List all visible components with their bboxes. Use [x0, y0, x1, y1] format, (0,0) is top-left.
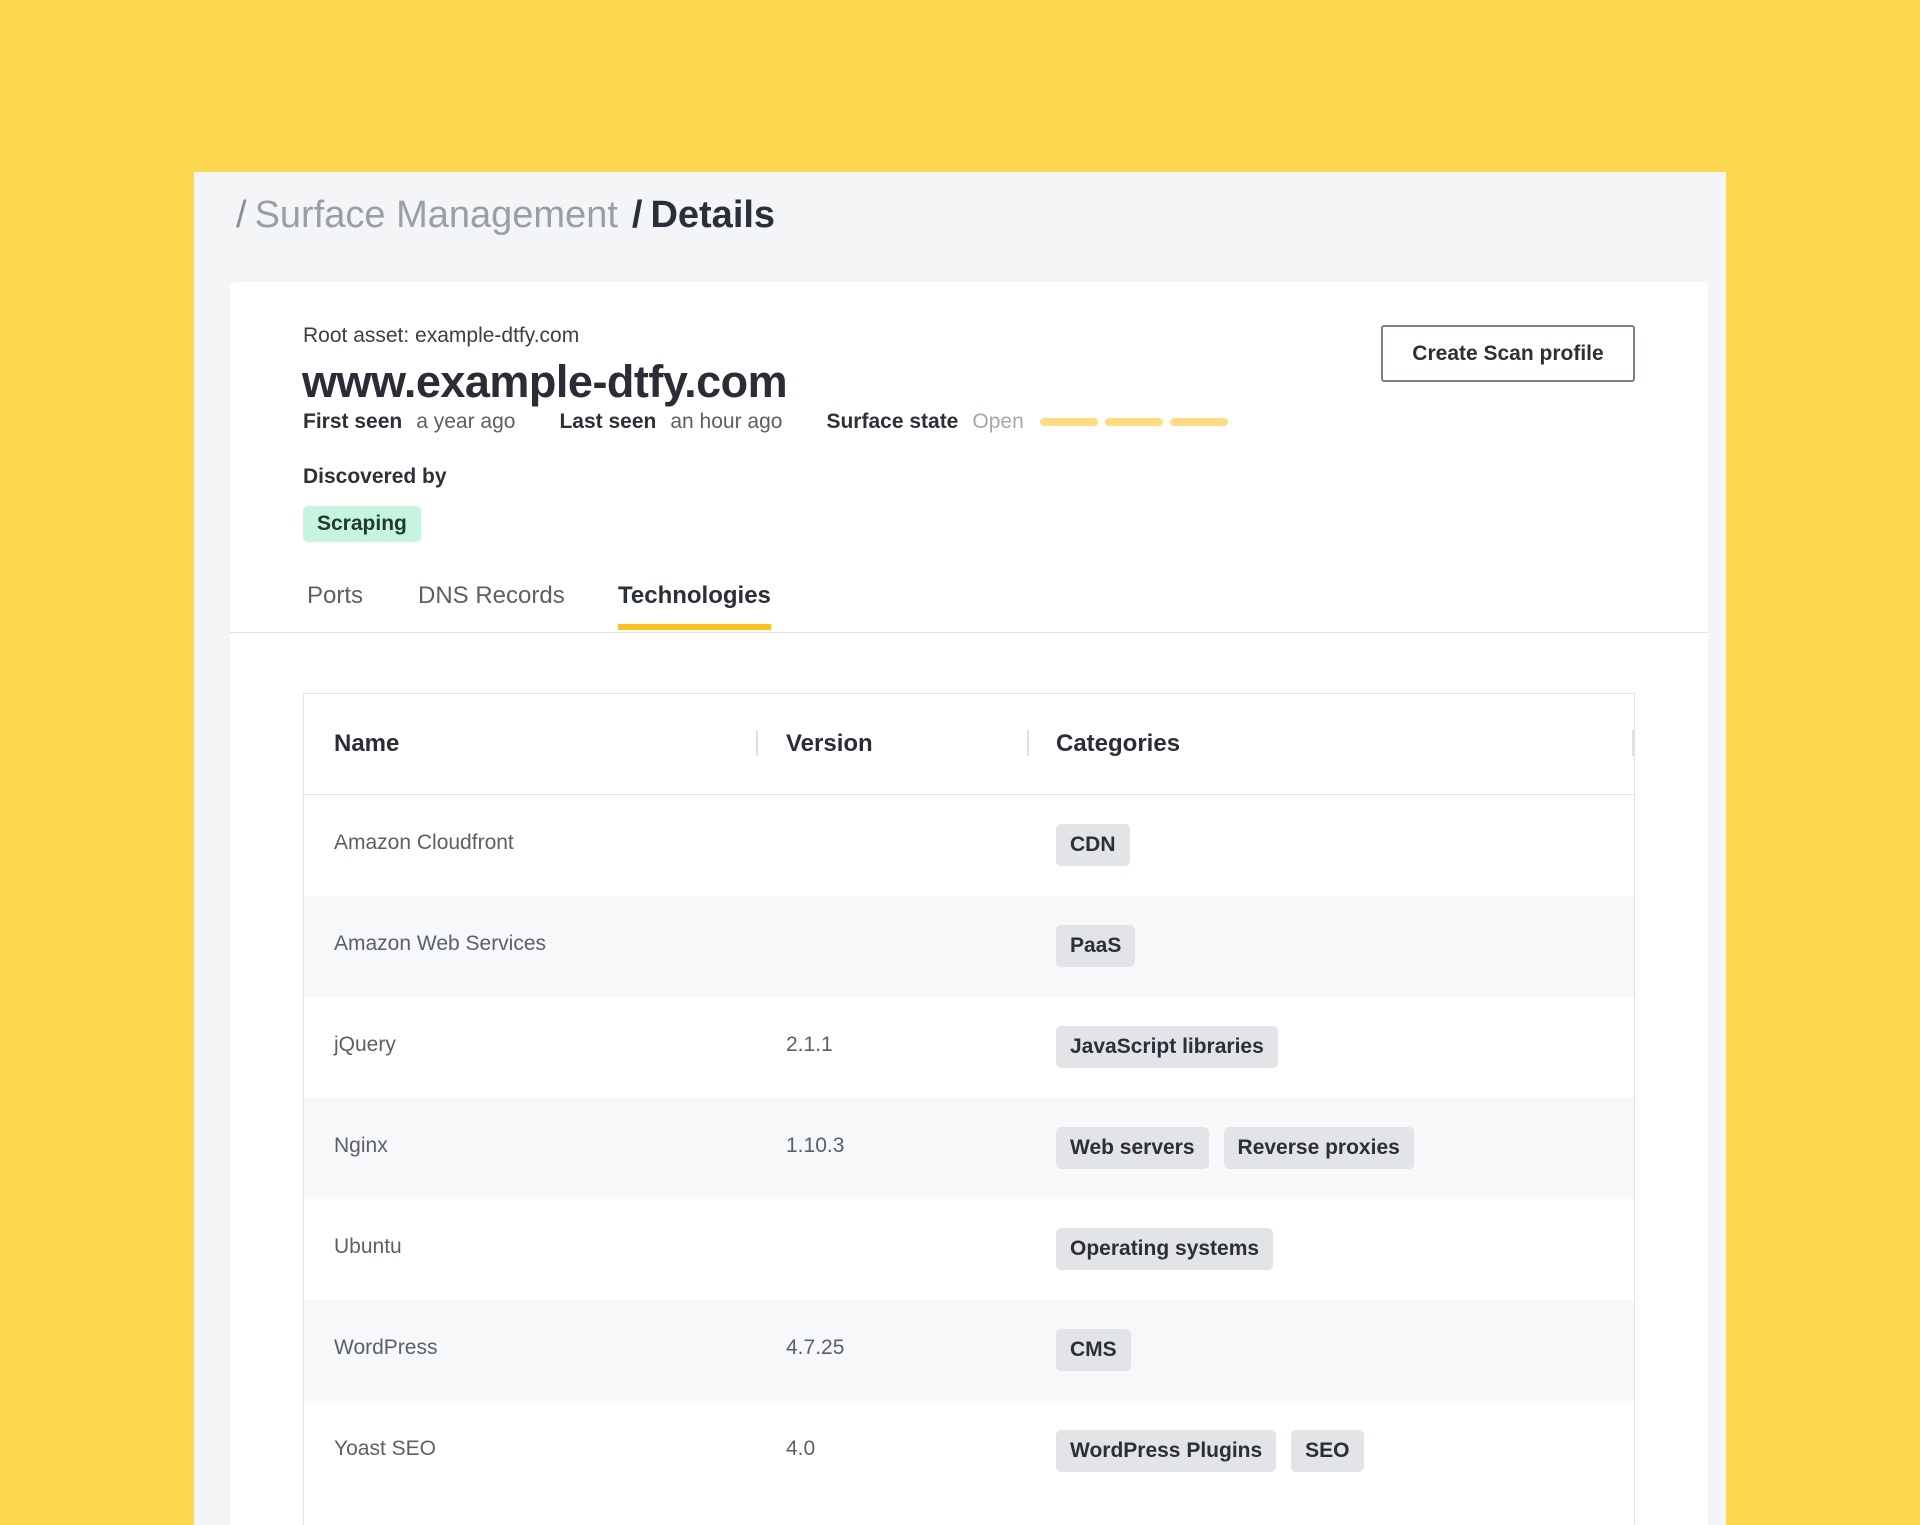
technology-categories: CDN	[1056, 824, 1130, 866]
table-row[interactable]: Amazon Web Services PaaS	[304, 896, 1634, 997]
surface-state-bar	[1169, 418, 1228, 426]
surface-state-value: Open	[972, 410, 1024, 433]
technology-categories: CMS	[1056, 1329, 1131, 1371]
table-body: Amazon Cloudfront CDN Amazon Web Services P…	[304, 795, 1634, 1502]
category-tag: SEO	[1291, 1430, 1364, 1472]
technology-name: WordPress	[334, 1336, 438, 1359]
category-tag: CMS	[1056, 1329, 1131, 1371]
last-seen-value: an hour ago	[670, 410, 783, 433]
asset-meta-row: First seen a year ago Last seen an hour …	[303, 410, 1228, 434]
technology-name: Amazon Cloudfront	[334, 831, 514, 854]
tab-ports[interactable]: Ports	[307, 582, 363, 624]
tab-dns-records[interactable]: DNS Records	[418, 582, 565, 624]
table-row[interactable]: Amazon Cloudfront CDN	[304, 795, 1634, 896]
table-row[interactable]: Yoast SEO 4.0 WordPress Plugins SEO	[304, 1401, 1634, 1502]
surface-state-label: Surface state	[826, 410, 959, 433]
table-row[interactable]: WordPress 4.7.25 CMS	[304, 1300, 1634, 1401]
category-tag: JavaScript libraries	[1056, 1026, 1278, 1068]
first-seen-value: a year ago	[416, 410, 516, 433]
discovered-by-badge: Scraping	[303, 506, 421, 542]
surface-state-bar	[1104, 418, 1163, 426]
technology-categories: WordPress Plugins SEO	[1056, 1430, 1364, 1472]
table-header: Name Version Categories	[304, 694, 1634, 795]
technology-categories: JavaScript libraries	[1056, 1026, 1278, 1068]
technology-name: Ubuntu	[334, 1235, 402, 1258]
breadcrumb: / Surface Management / Details	[236, 194, 775, 237]
asset-details-card: Root asset: example-dtfy.com www.example…	[230, 282, 1708, 1525]
discovered-by-label: Discovered by	[303, 465, 447, 488]
category-tag: CDN	[1056, 824, 1130, 866]
table-row[interactable]: jQuery 2.1.1 JavaScript libraries	[304, 997, 1634, 1098]
technology-name: Nginx	[334, 1134, 388, 1157]
tab-bar: Ports DNS Records Technologies	[230, 564, 1708, 633]
tab-technologies[interactable]: Technologies	[618, 582, 771, 630]
create-scan-profile-button[interactable]: Create Scan profile	[1381, 325, 1635, 382]
breadcrumb-current-page: Details	[650, 194, 776, 236]
surface-state-indicator	[1039, 418, 1228, 426]
technology-categories: Operating systems	[1056, 1228, 1274, 1270]
technology-name: Yoast SEO	[334, 1437, 436, 1460]
breadcrumb-separator: /	[236, 194, 247, 236]
category-tag: PaaS	[1056, 925, 1136, 967]
category-tag: Operating systems	[1056, 1228, 1274, 1270]
technology-version: 4.0	[786, 1437, 816, 1460]
column-resize-handle[interactable]	[756, 730, 758, 756]
column-resize-handle[interactable]	[1027, 730, 1029, 756]
table-row[interactable]: Ubuntu Operating systems	[304, 1199, 1634, 1300]
technology-version: 2.1.1	[786, 1033, 833, 1056]
breadcrumb-separator: /	[631, 194, 643, 236]
surface-state-bar	[1039, 418, 1098, 426]
table-row[interactable]: Nginx 1.10.3 Web servers Reverse proxies	[304, 1098, 1634, 1199]
technology-categories: PaaS	[1056, 925, 1136, 967]
category-tag: WordPress Plugins	[1056, 1430, 1277, 1472]
first-seen-label: First seen	[303, 410, 403, 433]
category-tag: Web servers	[1056, 1127, 1209, 1169]
column-header-name[interactable]: Name	[334, 730, 399, 758]
column-resize-handle[interactable]	[1632, 730, 1634, 756]
page-title: www.example-dtfy.com	[302, 356, 788, 407]
technology-version: 4.7.25	[786, 1336, 845, 1359]
category-tag: Reverse proxies	[1223, 1127, 1414, 1169]
technology-version: 1.10.3	[786, 1134, 845, 1157]
technology-categories: Web servers Reverse proxies	[1056, 1127, 1414, 1169]
breadcrumb-surface-management[interactable]: Surface Management	[255, 194, 618, 237]
technology-name: jQuery	[334, 1033, 396, 1056]
root-asset-label: Root asset: example-dtfy.com	[303, 324, 580, 347]
technologies-table: Name Version Categories Amazon Cloudfron…	[303, 693, 1635, 1525]
column-header-categories[interactable]: Categories	[1056, 730, 1180, 758]
app-window: / Surface Management / Details Root asse…	[194, 172, 1726, 1525]
column-header-version[interactable]: Version	[786, 730, 873, 758]
last-seen-label: Last seen	[559, 410, 657, 433]
technology-name: Amazon Web Services	[334, 932, 547, 955]
